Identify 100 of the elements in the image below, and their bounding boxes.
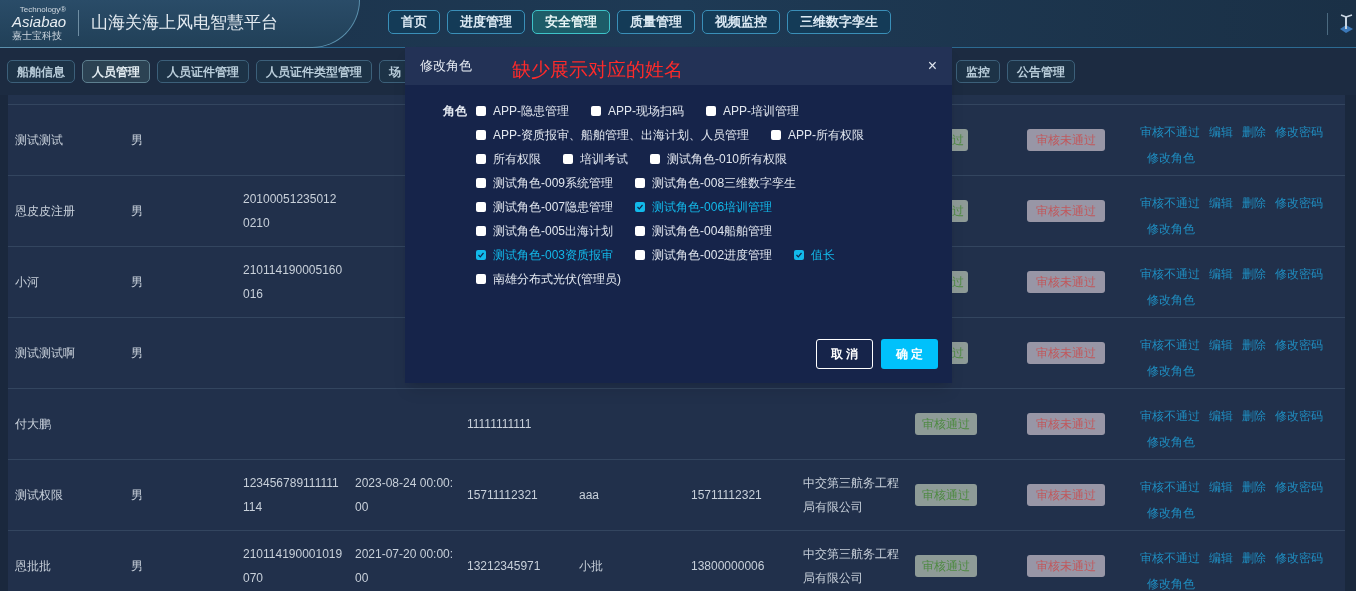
rejected-badge: 审核未通过 [1027, 342, 1105, 364]
table-cell-text: aaa [579, 487, 600, 504]
action-link[interactable]: 审核不通过 [1140, 545, 1200, 571]
logo-wordmark: Asiabao [12, 13, 67, 30]
action-link[interactable]: 删除 [1242, 474, 1266, 500]
action-link[interactable]: 编辑 [1209, 545, 1233, 571]
action-link[interactable]: 删除 [1242, 190, 1266, 216]
phone-cell-text: 13212345971 [467, 558, 541, 575]
action-link[interactable]: 审核不通过 [1140, 119, 1200, 145]
role-checkbox[interactable]: 测试角色-007隐患管理 [476, 195, 614, 219]
close-button[interactable]: × [927, 54, 937, 78]
action-link[interactable]: 删除 [1242, 545, 1266, 571]
name-cell-text: 付大鹏 [15, 416, 51, 433]
action-link[interactable]: 编辑 [1209, 190, 1233, 216]
checkmark-icon [477, 251, 485, 259]
rejected-badge: 审核未通过 [1027, 271, 1105, 293]
rejected-badge: 审核未通过 [1027, 484, 1105, 506]
action-link[interactable]: 删除 [1242, 261, 1266, 287]
approved-badge: 过 [952, 200, 968, 222]
nav-tab[interactable]: 安全管理 [532, 9, 610, 34]
sub-tab[interactable]: 船舶信息 [7, 60, 75, 83]
action-link[interactable]: 删除 [1242, 119, 1266, 145]
action-link[interactable]: 审核不通过 [1140, 332, 1200, 358]
cancel-button[interactable]: 取 消 [816, 339, 873, 369]
approved-badge: 过 [952, 271, 968, 293]
action-link[interactable]: 审核不通过 [1140, 261, 1200, 287]
action-link[interactable]: 修改密码 [1275, 332, 1323, 358]
action-link[interactable]: 修改角色 [1147, 500, 1195, 526]
action-link[interactable]: 修改密码 [1275, 474, 1323, 500]
dialog-title: 修改角色 [420, 57, 472, 76]
role-checkbox[interactable]: 测试角色-009系统管理 [476, 171, 614, 195]
sub-tab[interactable]: 监控 [956, 60, 1000, 83]
role-checkbox[interactable]: 南雄分布式光伏(管理员) [476, 267, 621, 291]
role-checkbox[interactable]: 测试角色-004船舶管理 [635, 219, 773, 243]
nav-tab[interactable]: 首页 [388, 9, 440, 34]
role-checkbox[interactable]: 测试角色-003资质报审 [476, 243, 614, 267]
table-cell-text: 小批 [579, 558, 603, 575]
action-link[interactable]: 删除 [1242, 403, 1266, 429]
name-cell-text: 小河 [15, 274, 39, 291]
action-link[interactable]: 审核不通过 [1140, 403, 1200, 429]
name-cell-text: 恩皮皮注册 [15, 203, 75, 220]
confirm-button[interactable]: 确 定 [881, 339, 938, 369]
approved-badge: 审核通过 [915, 555, 977, 577]
date-cell-text: 2023-08-24 00:00:00 [355, 475, 455, 516]
role-checkbox[interactable]: 所有权限 [476, 147, 541, 171]
role-checkbox[interactable]: APP-所有权限 [771, 123, 865, 147]
role-checkbox[interactable]: 测试角色-010所有权限 [650, 147, 788, 171]
approved-badge: 审核通过 [915, 484, 977, 506]
role-checkbox[interactable]: 值长 [794, 243, 836, 267]
nav-tab[interactable]: 三维数字孪生 [787, 9, 891, 34]
rejected-badge: 审核未通过 [1027, 129, 1105, 151]
rejected-badge: 审核未通过 [1027, 413, 1105, 435]
action-link[interactable]: 修改密码 [1275, 190, 1323, 216]
action-link[interactable]: 编辑 [1209, 119, 1233, 145]
role-checkbox[interactable]: APP-现场扫码 [591, 99, 685, 123]
action-link[interactable]: 修改密码 [1275, 545, 1323, 571]
id-number-cell-text: 123456789111111114 [243, 475, 340, 516]
gender-cell-text: 男 [131, 558, 143, 575]
sub-tab[interactable]: 人员证件类型管理 [256, 60, 372, 83]
action-link[interactable]: 编辑 [1209, 261, 1233, 287]
nav-tab[interactable]: 视频监控 [702, 9, 780, 34]
action-link[interactable]: 审核不通过 [1140, 474, 1200, 500]
field-label: 角色 [443, 103, 467, 120]
phone-cell-text: 11111111111 [467, 416, 532, 433]
sub-tab[interactable]: 人员证件管理 [157, 60, 249, 83]
action-link[interactable]: 修改角色 [1147, 145, 1195, 171]
action-link[interactable]: 修改角色 [1147, 358, 1195, 384]
rejected-badge: 审核未通过 [1027, 555, 1105, 577]
nav-tab[interactable]: 质量管理 [617, 9, 695, 34]
action-link[interactable]: 审核不通过 [1140, 190, 1200, 216]
company-cell-text: 中交第三航务工程局有限公司 [803, 475, 900, 516]
action-link[interactable]: 删除 [1242, 332, 1266, 358]
nav-tab[interactable]: 进度管理 [447, 9, 525, 34]
action-link[interactable]: 修改密码 [1275, 261, 1323, 287]
phone-cell-text: 15711112321 [691, 487, 762, 504]
action-link[interactable]: 修改密码 [1275, 119, 1323, 145]
role-checkbox[interactable]: 测试角色-008三维数字孪生 [635, 171, 797, 195]
role-checkbox[interactable]: APP-资质报审、船舶管理、出海计划、人员管理 [476, 123, 749, 147]
gender-cell-text: 男 [131, 274, 143, 291]
id-number-cell-text: 210114190005160016 [243, 262, 343, 303]
role-checkbox[interactable]: 培训考试 [563, 147, 628, 171]
role-checkbox[interactable]: APP-隐患管理 [476, 99, 569, 123]
gender-cell-text: 男 [131, 203, 143, 220]
action-link[interactable]: 编辑 [1209, 474, 1233, 500]
role-checkbox[interactable]: 测试角色-006培训管理 [635, 195, 773, 219]
sub-tab[interactable]: 人员管理 [82, 60, 150, 83]
role-checkbox[interactable]: 测试角色-005出海计划 [476, 219, 614, 243]
name-cell-text: 测试权限 [15, 487, 63, 504]
action-link[interactable]: 编辑 [1209, 403, 1233, 429]
action-link[interactable]: 修改角色 [1147, 287, 1195, 313]
role-checkbox[interactable]: 测试角色-002进度管理 [635, 243, 773, 267]
action-link[interactable]: 修改角色 [1147, 216, 1195, 242]
checkmark-icon [636, 203, 645, 211]
action-link[interactable]: 修改角色 [1147, 429, 1195, 455]
action-link[interactable]: 修改密码 [1275, 403, 1323, 429]
action-link[interactable]: 编辑 [1209, 332, 1233, 358]
turbine-icon[interactable] [1338, 12, 1354, 35]
role-checkbox[interactable]: APP-培训管理 [706, 99, 800, 123]
action-link[interactable]: 修改角色 [1147, 571, 1195, 591]
sub-tab[interactable]: 公告管理 [1007, 60, 1075, 83]
